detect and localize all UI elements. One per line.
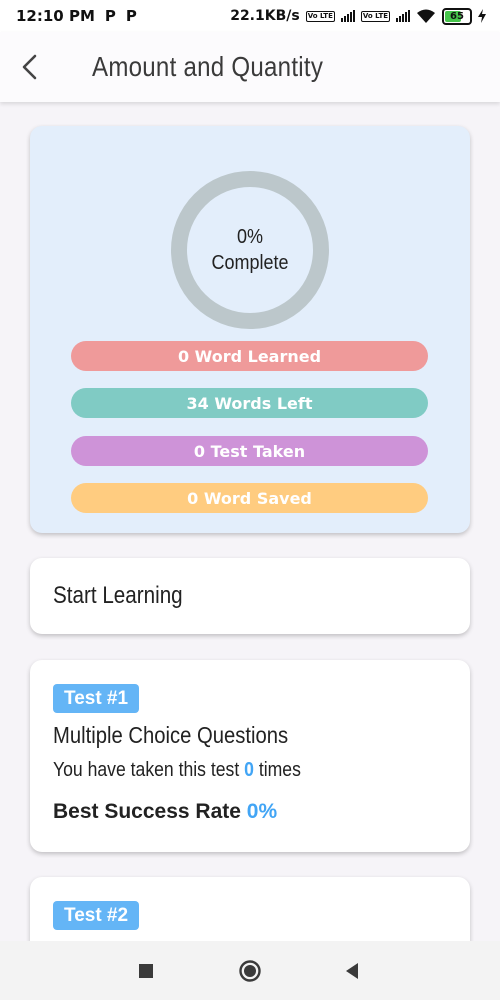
square-icon (139, 963, 153, 978)
test-taken-text: You have taken this test 0 times (53, 759, 301, 782)
back-nav-button[interactable] (322, 941, 382, 1000)
signal-icon (340, 10, 355, 22)
test-card[interactable]: Test #1 Multiple Choice Questions You ha… (30, 660, 470, 852)
back-button[interactable] (2, 39, 58, 95)
network-speed: 22.1KB/s (230, 8, 300, 24)
progress-ring-label: 0% Complete (178, 170, 322, 330)
test-taken-suffix: times (258, 759, 301, 781)
app-bar: Amount and Quantity (0, 32, 500, 102)
charging-icon (478, 9, 486, 23)
test-taken-count: 0 (244, 759, 254, 781)
best-success-rate-label: Best Success Rate (53, 800, 241, 823)
start-learning-card[interactable]: Start Learning (30, 558, 470, 634)
words-saved-pill: 0 Word Saved (71, 483, 428, 513)
best-success-rate-value: 0% (246, 800, 278, 823)
progress-percent: 0% (236, 226, 264, 248)
volte-icon: Vo LTE (360, 10, 390, 22)
battery-icon: 65 (442, 7, 472, 25)
status-bar: 12:10 PM P P 22.1KB/s Vo LTE Vo LTE 65 (0, 0, 500, 32)
volte-icon: Vo LTE (305, 10, 335, 22)
test-badge: Test #2 (53, 901, 140, 930)
tests-taken-pill: 0 Test Taken (71, 436, 428, 466)
test-title: Multiple Choice Questions (53, 722, 289, 748)
status-time: 12:10 PM (16, 7, 95, 25)
start-learning-label: Start Learning (53, 582, 183, 609)
recents-button[interactable] (116, 941, 176, 1000)
words-learned-pill: 0 Word Learned (71, 341, 428, 371)
signal-icon (396, 10, 410, 22)
words-left-pill: 34 Words Left (71, 388, 428, 418)
chevron-left-icon (22, 54, 37, 80)
test-taken-prefix: You have taken this test (53, 759, 240, 781)
page-title: Amount and Quantity (92, 51, 324, 82)
progress-complete-label: Complete (211, 252, 289, 274)
app-notification-icon: P (125, 7, 137, 25)
progress-card: 0% Complete 0 Word Learned 34 Words Left… (30, 126, 470, 533)
best-success-rate: Best Success Rate 0% (53, 800, 277, 824)
test-badge: Test #1 (53, 684, 140, 713)
progress-ring: 0% Complete (170, 170, 330, 330)
circle-icon (239, 959, 261, 982)
battery-level: 65 (450, 10, 464, 22)
app-notification-icon: P (104, 7, 116, 25)
home-button[interactable] (220, 941, 280, 1000)
system-nav-bar (0, 941, 500, 1000)
wifi-icon (417, 9, 435, 23)
triangle-back-icon (346, 962, 358, 979)
